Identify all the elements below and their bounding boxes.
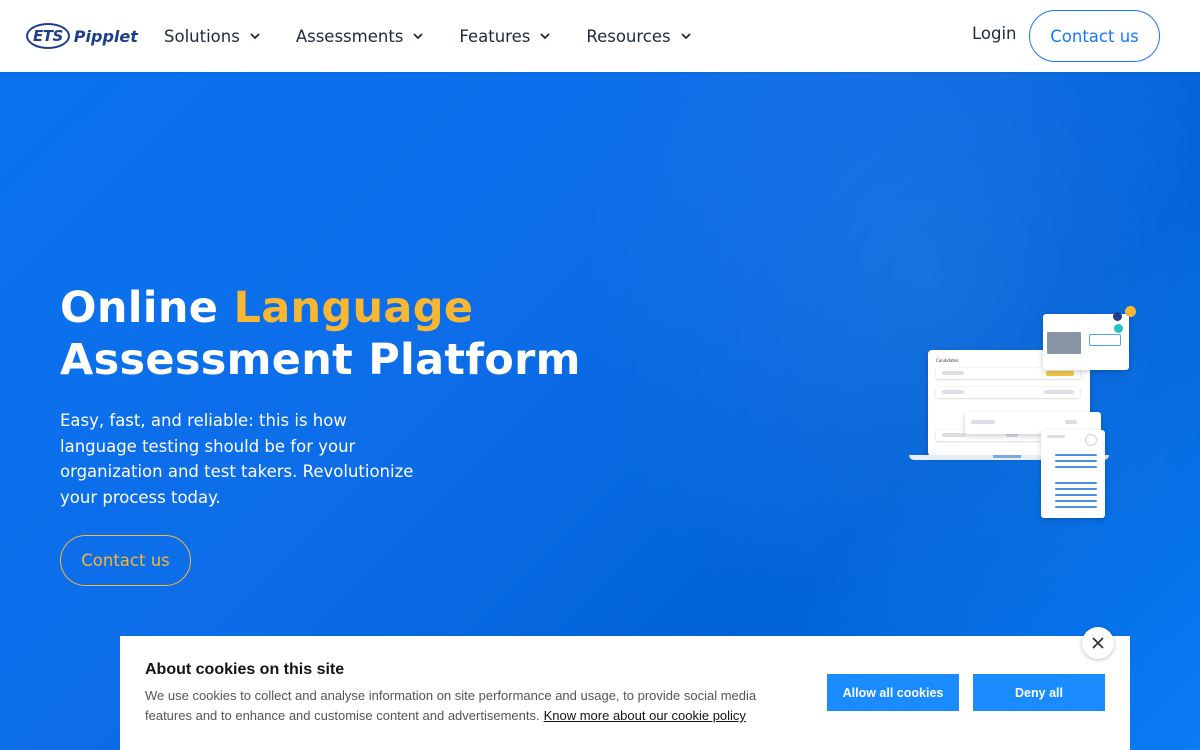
main-nav: Solutions Assessments Features Resources (164, 0, 727, 72)
card-status-bar (1065, 420, 1077, 424)
hero-title-line2: Assessment Platform (60, 335, 581, 385)
report-header-bar (1047, 435, 1065, 438)
hero-title-accent: Language (233, 283, 474, 333)
hero-title: Online Language Assessment Platform (60, 282, 581, 386)
nav-resources-label: Resources (586, 26, 671, 46)
logo-mark: ETS (26, 23, 70, 49)
cookie-text: We use cookies to collect and analyse in… (145, 686, 785, 726)
skill-bar (1055, 494, 1097, 496)
check-badge-icon (1114, 324, 1123, 333)
orange-badge-icon (1125, 306, 1136, 317)
candidates-title: Candidates (936, 358, 959, 363)
chevron-down-icon (413, 33, 424, 40)
row-name-bar (942, 390, 964, 394)
user-badge-icon (1113, 312, 1122, 321)
allow-all-cookies-button[interactable]: Allow all cookies (827, 674, 959, 711)
chevron-down-icon (250, 33, 260, 40)
nav-features-label: Features (459, 26, 531, 46)
nav-assessments[interactable]: Assessments (296, 27, 426, 46)
video-input (1089, 334, 1121, 346)
report-card (1041, 430, 1105, 518)
deny-all-button[interactable]: Deny all (973, 674, 1105, 711)
nav-solutions-label: Solutions (164, 26, 240, 46)
chevron-down-icon (540, 33, 550, 40)
skill-bar (1055, 506, 1097, 508)
hero-title-part1: Online (60, 283, 234, 333)
nav-features[interactable]: Features (459, 27, 552, 46)
platform-illustration: Candidates (905, 304, 1145, 524)
cookie-close-button[interactable] (1082, 627, 1114, 659)
ets-pipplet-logo[interactable]: ETS Pipplet (26, 22, 138, 50)
row-name-bar (942, 433, 966, 437)
skill-bar (1055, 460, 1097, 462)
site-header: ETS Pipplet Solutions Assessments Featur… (0, 0, 1200, 72)
candidate-row (936, 387, 1080, 398)
login-link[interactable]: Login (972, 24, 1017, 43)
cookie-title: About cookies on this site (145, 661, 345, 678)
candidate-photo (1047, 332, 1081, 354)
contact-us-button[interactable]: Contact us (1029, 10, 1160, 62)
nav-solutions[interactable]: Solutions (164, 27, 262, 46)
cookie-banner: About cookies on this site We use cookie… (120, 627, 1130, 750)
skill-bar (1055, 482, 1097, 484)
close-icon (1092, 637, 1104, 649)
row-name-bar (942, 371, 964, 375)
hero-subtitle: Easy, fast, and reliable: this is how la… (60, 411, 414, 507)
hero-contact-button[interactable]: Contact us (60, 535, 191, 586)
nav-assessments-label: Assessments (295, 26, 404, 46)
video-card (1043, 314, 1129, 370)
logo-text: Pipplet (73, 26, 138, 46)
row-status-tag (1046, 371, 1074, 376)
skill-bar (1055, 454, 1097, 456)
cookie-policy-link[interactable]: Know more about our cookie policy (544, 708, 746, 723)
nav-resources[interactable]: Resources (586, 27, 692, 46)
row-status-bar (1044, 390, 1074, 394)
score-circle-icon (1085, 434, 1097, 446)
chevron-down-icon (680, 33, 691, 40)
card-name-bar (971, 420, 995, 424)
skill-bar (1055, 488, 1097, 490)
skill-bar (1055, 466, 1097, 468)
skill-bar (1055, 500, 1097, 502)
